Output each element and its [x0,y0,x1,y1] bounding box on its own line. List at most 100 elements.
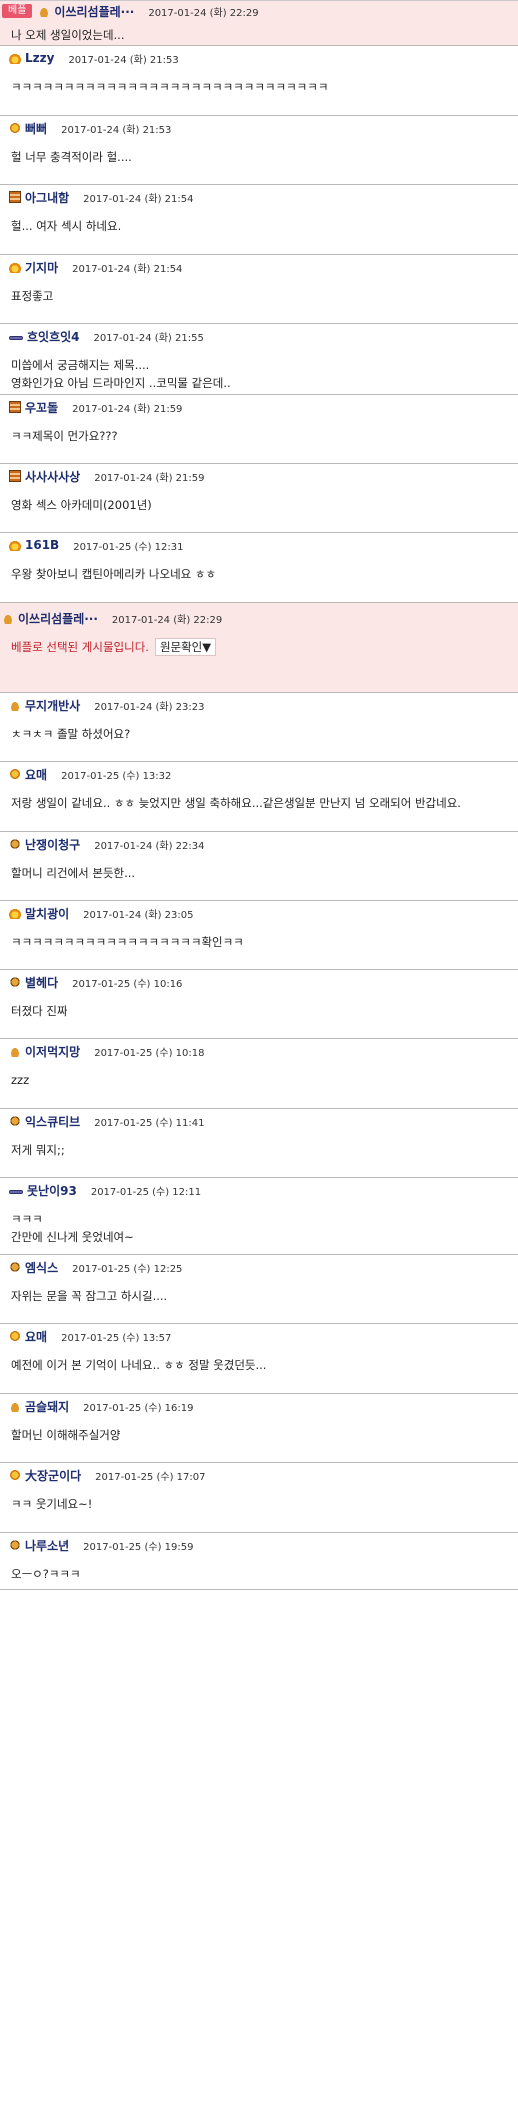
comment-item: 161B 2017-01-25 (수) 12:31 우왕 찾아보니 캡틴아메리카 나… [0,533,518,603]
comment-body: 헐 너무 충격적이라 헐.... [0,140,518,166]
comment-header: 大장군이다 2017-01-25 (수) 17:07 [0,1463,518,1487]
comment-body: 터졌다 진짜 [0,994,518,1020]
comment-author[interactable]: 무지개반사 [25,697,80,714]
comment-author[interactable]: 난쟁이청구 [25,836,80,853]
comment-body: 오ㅡㅇ?ㅋㅋㅋ [0,1557,518,1583]
comment-author[interactable]: 뻐뻐 [25,120,47,137]
comment-date: 2017-01-24 (화) 21:53 [68,54,179,66]
comment-date: 2017-01-24 (화) 21:53 [61,124,172,136]
comment-text-line: 우왕 찾아보니 캡틴아메리카 나오네요 ㅎㅎ [11,567,217,581]
comment-text: 나 오제 생일이었는데... [11,28,125,42]
wing-icon [9,699,21,711]
comment-date: 2017-01-24 (화) 21:54 [83,193,194,205]
comment-item: Lzzy 2017-01-24 (화) 21:53 ㅋㅋㅋㅋㅋㅋㅋㅋㅋㅋㅋㅋㅋㅋㅋㅋ… [0,46,518,116]
comment-text-line: 저게 뭐지;; [11,1143,65,1157]
comment-header: 뻐뻐 2017-01-24 (화) 21:53 [0,116,518,140]
flame-icon [9,907,21,919]
comment-author[interactable]: 별헤다 [25,974,58,991]
comment-item: 난쟁이청구 2017-01-24 (화) 22:34 할머니 리건에서 본듯한... [0,832,518,901]
comment-item: 사사사사상 2017-01-24 (화) 21:59 영화 섹스 아카데미(2001… [0,464,518,533]
comment-header: 기지마 2017-01-24 (화) 21:54 [0,255,518,279]
comment-author[interactable]: 흐잇흐잇4 [27,328,80,345]
best-badge: 베플 [2,4,33,18]
comment-author[interactable]: 이쓰리섬플레··· [18,610,98,627]
comment-text-line: ㅋㅋㅋㅋㅋㅋㅋㅋㅋㅋㅋㅋㅋㅋㅋㅋㅋㅋㅋㅋㅋㅋㅋㅋㅋㅋㅋㅋㅋㅋ [11,80,329,94]
comment-body: ㅊㅋㅊㅋ 졸말 하셨어요? [0,717,518,743]
comment-item: 大장군이다 2017-01-25 (수) 17:07 ㅋㅋ 웃기네요~! [0,1463,518,1533]
comment-item: 나루소년 2017-01-25 (수) 19:59 오ㅡㅇ?ㅋㅋㅋ [0,1533,518,1590]
flame-icon [9,261,21,273]
comment-header: 못난이93 2017-01-25 (수) 12:11 [0,1178,518,1202]
best-comment: 베플 이쓰리섬플레··· 2017-01-24 (화) 22:29 나 오제 생… [0,1,518,46]
comment-author[interactable]: 161B [25,538,59,552]
comment-date: 2017-01-24 (화) 22:29 [148,7,259,19]
comment-text-line: 저랑 생일이 같네요.. ㅎㅎ 늦었지만 생일 축하해요...같은생일분 만난지… [11,796,461,810]
comment-date: 2017-01-25 (수) 12:25 [72,1263,183,1275]
comment-author[interactable]: 익스큐티브 [25,1113,80,1130]
comment-header: 요매 2017-01-25 (수) 13:32 [0,762,518,786]
comment-author[interactable]: 大장군이다 [25,1467,81,1484]
comment-author[interactable]: 우꼬돌 [25,399,58,416]
comment-author[interactable]: 이저먹지망 [25,1043,80,1060]
comment-body: 예전에 이거 본 기억이 나네요.. ㅎㅎ 정말 웃겼던듯... [0,1348,518,1374]
view-original-button[interactable]: 원문확인▼ [154,638,217,656]
comment-date: 2017-01-24 (화) 23:23 [94,701,205,713]
comment-header: 161B 2017-01-25 (수) 12:31 [0,533,518,557]
comment-author[interactable]: Lzzy [25,51,54,65]
comment-date: 2017-01-25 (수) 10:16 [72,978,183,990]
comment-text-line: 미씁에서 궁금해지는 제목.... [11,358,150,372]
comment-body: 할머닌 이해해주실거양 [0,1418,518,1444]
comment-date: 2017-01-24 (화) 21:54 [72,263,183,275]
comment-date: 2017-01-25 (수) 11:41 [94,1117,205,1129]
comment-body: ㅋㅋ 웃기네요~! [0,1487,518,1513]
comment-author[interactable]: 사사사사상 [25,468,80,485]
comment-author[interactable]: 말치광이 [25,905,69,922]
comment-author[interactable]: 기지마 [25,259,58,276]
comment-date: 2017-01-24 (화) 21:55 [93,332,204,344]
comment-text-line: 영화인가요 아님 드라마인지 ..코믹물 같은데.. [11,376,231,390]
comment-date: 2017-01-25 (수) 10:18 [94,1047,205,1059]
comment-header: 아그내함 2017-01-24 (화) 21:54 [0,185,518,209]
wing-icon [9,1045,21,1057]
comment-header: 이저먹지망 2017-01-25 (수) 10:18 [0,1039,518,1063]
bar-icon [9,336,23,340]
comment-author[interactable]: 곰슬돼지 [25,1398,69,1415]
comment-text-line: 표정좋고 [11,289,54,303]
comment-text-line: 할머니 리건에서 본듯한... [11,866,136,880]
comment-item: 이저먹지망 2017-01-25 (수) 10:18 zzz [0,1039,518,1109]
wing-icon [9,1400,21,1412]
comment-header: 우꼬돌 2017-01-24 (화) 21:59 [0,395,518,419]
comment-author[interactable]: 이쓰리섬플레··· [54,3,134,20]
comment-body: ㅋㅋㅋ 간만에 신나게 웃었네여~ [0,1202,518,1246]
comment-header: 사사사사상 2017-01-24 (화) 21:59 [0,464,518,488]
comment-body: ㅋㅋ제목이 먼가요??? [0,419,518,445]
comment-text-line: ㅋㅋㅋ [11,1212,43,1226]
comment-author[interactable]: 요매 [25,766,47,783]
stack-icon [9,470,21,482]
comment-author[interactable]: 못난이93 [27,1182,77,1199]
comment-header: 엠식스 2017-01-25 (수) 12:25 [0,1255,518,1279]
best-notice-text: 베플로 선택된 게시물입니다. [11,640,149,654]
comment-text-line: 터졌다 진짜 [11,1004,68,1018]
comment-author[interactable]: 나루소년 [25,1537,69,1554]
comment-header: 이쓰리섬플레··· 2017-01-24 (화) 22:29 [0,603,518,632]
sun-icon [9,122,21,134]
comment-body: 영화 섹스 아카데미(2001년) [0,488,518,514]
comment-text-line: 영화 섹스 아카데미(2001년) [11,498,152,512]
comment-item: 무지개반사 2017-01-24 (화) 23:23 ㅊㅋㅊㅋ 졸말 하셨어요? [0,693,518,762]
comment-author[interactable]: 엠식스 [25,1259,58,1276]
comment-item: 별헤다 2017-01-25 (수) 10:16 터졌다 진짜 [0,970,518,1039]
comment-author[interactable]: 요매 [25,1328,47,1345]
comment-header: 별헤다 2017-01-25 (수) 10:16 [0,970,518,994]
comment-body: 저게 뭐지;; [0,1133,518,1159]
comment-header: 나루소년 2017-01-25 (수) 19:59 [0,1533,518,1557]
sun-icon [9,1469,21,1481]
comment-item: 못난이93 2017-01-25 (수) 12:11 ㅋㅋㅋ 간만에 신나게 웃었네여… [0,1178,518,1255]
comment-date: 2017-01-24 (화) 21:59 [72,403,183,415]
comment-date: 2017-01-25 (수) 13:57 [61,1332,172,1344]
comment-item: 엠식스 2017-01-25 (수) 12:25 자위는 문을 꼭 잠그고 하시길.… [0,1255,518,1324]
flame-icon [9,539,21,551]
bar-icon [9,1190,23,1194]
comment-author[interactable]: 아그내함 [25,189,69,206]
comment-body: zzz [0,1063,518,1089]
